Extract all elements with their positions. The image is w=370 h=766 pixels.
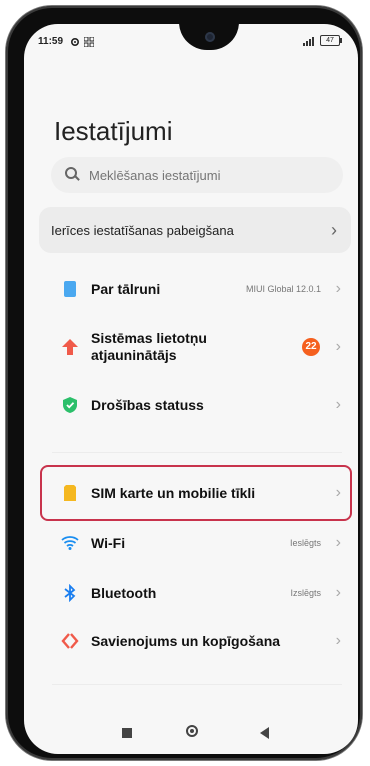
settings-item-value: MIUI Global 12.0.1 — [245, 284, 321, 294]
highlight-box — [40, 465, 352, 521]
update-count-badge: 22 — [302, 338, 320, 356]
chevron-right-icon: › — [335, 338, 341, 355]
status-bar: 11:59 47 — [24, 34, 358, 50]
status-time: 11:59 — [38, 36, 64, 47]
shield-check-icon — [63, 397, 77, 413]
settings-item-label: Savienojums un kopīgošana — [91, 632, 281, 649]
settings-item-label: Bluetooth — [91, 584, 157, 601]
settings-item-bluetooth[interactable]: Bluetooth Izslēgts › — [39, 568, 351, 618]
setup-banner-label: Ierīces iestatīšanas pabeigšana — [51, 222, 234, 238]
search-bar[interactable] — [51, 157, 343, 193]
settings-item-security-status[interactable]: Drošības statuss › — [39, 380, 351, 430]
arrow-up-icon — [62, 339, 78, 355]
section-divider — [52, 452, 342, 453]
navigation-bar — [24, 714, 358, 754]
chevron-right-icon: › — [335, 584, 341, 601]
search-icon — [65, 167, 81, 183]
grid-notification-icon — [84, 37, 94, 47]
back-button[interactable] — [260, 727, 269, 739]
wifi-icon — [61, 536, 79, 550]
settings-item-wifi[interactable]: Wi-Fi Ieslēgts › — [39, 518, 351, 568]
bluetooth-icon — [64, 584, 76, 602]
settings-item-value: Izslēgts — [290, 588, 321, 598]
recents-button[interactable] — [122, 728, 132, 738]
signal-icon — [303, 36, 314, 46]
chevron-right-icon: › — [335, 534, 341, 551]
setup-banner[interactable]: Ierīces iestatīšanas pabeigšana › — [39, 207, 351, 253]
phone-frame: 11:59 47 Iestatījumi Meklēšanas iestatīj… — [6, 6, 362, 760]
section-divider — [52, 684, 342, 685]
search-input[interactable] — [87, 166, 331, 184]
settings-item-app-updater[interactable]: Sistēmas lietotņu atjauninātājs 22 › — [39, 318, 351, 376]
settings-item-about-phone[interactable]: Par tālruni MIUI Global 12.0.1 › — [39, 264, 351, 314]
settings-item-label: Par tālruni — [91, 280, 161, 297]
battery-icon: 47 — [320, 35, 342, 46]
settings-item-label: Wi-Fi — [91, 534, 126, 551]
chevron-right-icon: › — [335, 280, 341, 297]
chevron-right-icon: › — [335, 396, 341, 413]
gear-icon — [70, 37, 80, 47]
settings-item-label: Drošības statuss — [91, 396, 204, 413]
settings-item-value: Ieslēgts — [289, 538, 321, 548]
home-button[interactable] — [186, 725, 198, 737]
phone-icon — [64, 281, 76, 297]
screen: 11:59 47 Iestatījumi Meklēšanas iestatīj… — [24, 24, 358, 754]
chevron-right-icon: › — [331, 220, 337, 240]
page-title: Iestatījumi — [54, 116, 173, 146]
share-connection-icon — [61, 633, 79, 649]
settings-item-label: Sistēmas lietotņu atjauninātājs — [91, 330, 207, 363]
settings-item-connection-sharing[interactable]: Savienojums un kopīgošana › — [39, 616, 351, 666]
chevron-right-icon: › — [335, 632, 341, 649]
